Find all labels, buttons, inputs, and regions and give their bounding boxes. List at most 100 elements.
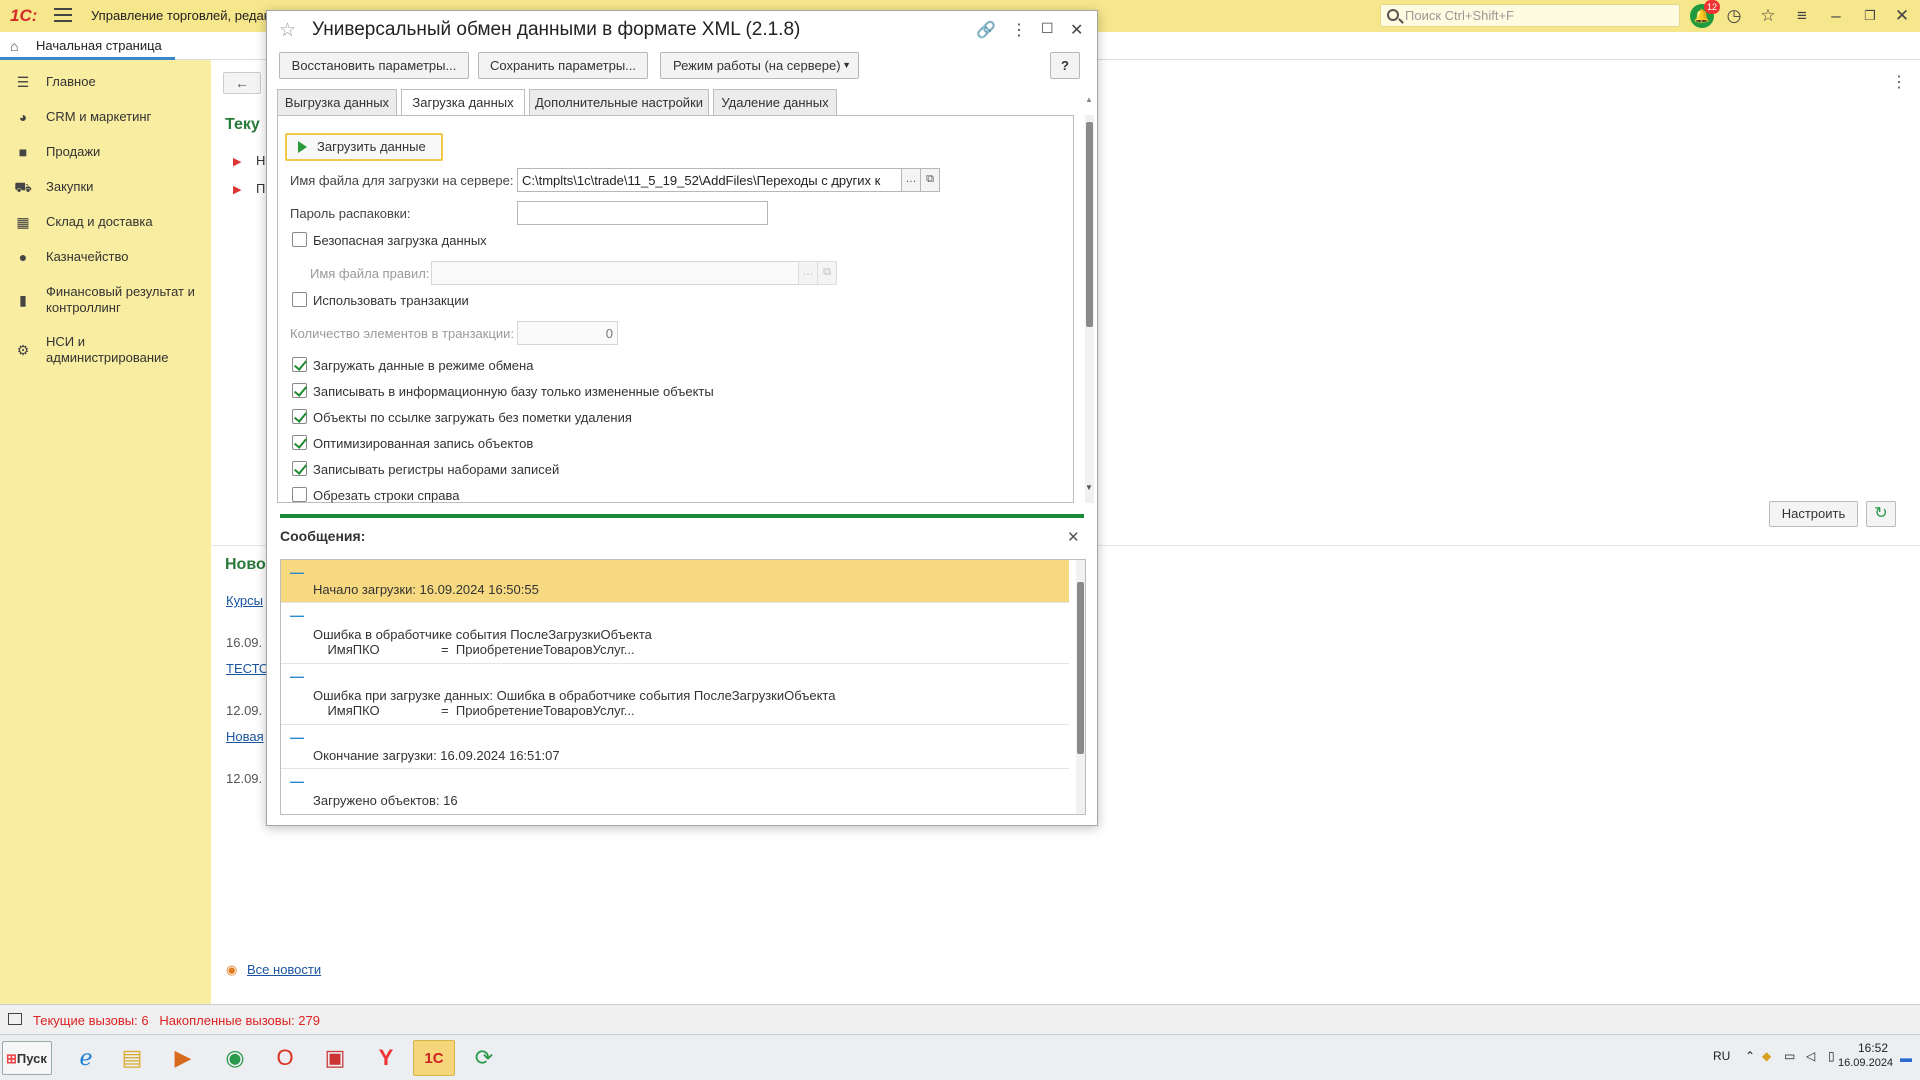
search-placeholder: Поиск Ctrl+Shift+F [1405,8,1514,23]
media-icon[interactable]: ▶ [162,1040,204,1076]
ie-icon[interactable]: ℯ [65,1040,107,1076]
use-transactions-checkbox[interactable] [292,292,307,307]
sidebar-item-label: Главное [46,74,96,89]
link-icon[interactable]: 🔗 [976,20,996,40]
menu-icon[interactable] [54,8,72,22]
restore-params-button[interactable]: Восстановить параметры... [279,52,469,79]
safe-load-checkbox[interactable] [292,232,307,247]
message-item[interactable]: — Окончание загрузки: 16.09.2024 16:51:0… [281,725,1069,769]
current-item[interactable]: П [256,181,265,196]
search-input[interactable]: Поиск Ctrl+Shift+F [1380,4,1680,27]
scroll-up-icon[interactable]: ▲ [1085,95,1093,104]
start-button[interactable]: ⊞Пуск [2,1041,52,1075]
news-link[interactable]: Курсы [226,593,263,608]
tab-advanced[interactable]: Дополнительные настройки [529,89,709,116]
explorer-icon[interactable]: ▤ [111,1040,153,1076]
sidebar-item-finance[interactable]: ▮ Финансовый результат и контроллинг [0,284,211,318]
calls-icon [8,1013,22,1025]
sidebar-item-label: Продажи [46,144,101,159]
panel-scrollbar-thumb[interactable] [1086,122,1093,327]
option-label: Оптимизированная запись объектов [313,436,534,451]
back-button[interactable]: ← [223,72,261,94]
sidebar-item-warehouse[interactable]: ▦ Склад и доставка [0,214,211,232]
functions-icon[interactable]: ≡ [1791,5,1813,27]
sidebar-item-sales[interactable]: ■ Продажи [0,144,211,162]
current-item[interactable]: Н [256,153,265,168]
sidebar-item-crm[interactable]: ◕ CRM и маркетинг [0,109,211,127]
clock-time[interactable]: 16:52 [1858,1041,1888,1055]
optimized-write-checkbox[interactable] [292,435,307,450]
exchange-mode-checkbox[interactable] [292,357,307,372]
configure-button[interactable]: Настроить [1769,501,1858,527]
select-rules-button[interactable]: … [798,261,818,285]
register-sets-checkbox[interactable] [292,461,307,476]
maximize-icon[interactable]: ☐ [1041,20,1054,37]
more-icon[interactable]: ⋮ [1891,72,1907,92]
save-params-button[interactable]: Сохранить параметры... [478,52,648,79]
message-item[interactable]: — Ошибка в обработчике события ПослеЗагр… [281,603,1069,664]
network-icon[interactable]: ▭ [1784,1049,1795,1063]
tab-import[interactable]: Загрузка данных [401,89,525,116]
show-desktop-icon[interactable]: ▬ [1900,1051,1912,1065]
help-button[interactable]: ? [1050,52,1080,79]
all-news-link[interactable]: Все новости [247,962,321,977]
history-icon[interactable]: ◷ [1723,5,1745,27]
sidebar-item-treasury[interactable]: ● Казначейство [0,249,211,267]
yandex-icon[interactable]: Y [365,1040,407,1076]
mode-dropdown[interactable]: Режим работы (на сервере) ▼ [660,52,859,79]
battery-icon[interactable]: ▯ [1828,1049,1835,1063]
tray-expand-icon[interactable]: ⌃ [1745,1049,1755,1063]
open-rules-icon[interactable]: ⧉ [817,261,837,285]
minimize-icon[interactable]: – [1825,5,1847,27]
restore-icon[interactable]: ❐ [1859,5,1881,27]
news-link[interactable]: Новая [226,729,264,744]
news-date: 12.09. [226,771,263,786]
refresh-icon[interactable]: ↻ [1866,501,1896,527]
language-indicator[interactable]: RU [1713,1049,1730,1063]
message-item[interactable]: — Ошибка при загрузке данных: Ошибка в о… [281,664,1069,725]
toolbox-icon[interactable]: ▣ [314,1040,356,1076]
section-news-head: Ново [225,556,266,573]
message-text: Начало загрузки: 16.09.2024 16:50:55 [313,582,539,597]
clock-date[interactable]: 16.09.2024 [1838,1057,1893,1069]
news-link[interactable]: ТЕСТО [226,661,269,676]
load-data-button[interactable]: Загрузить данные [285,133,443,161]
file-input[interactable]: C:\tmplts\1c\trade\11_5_19_52\AddFiles\П… [517,168,902,192]
trim-right-checkbox[interactable] [292,487,307,502]
message-item[interactable]: — Загружено объектов: 16 [281,769,1069,814]
sidebar-item-purchases[interactable]: ⛟ Закупки [0,179,211,197]
tx-count-input[interactable]: 0 [517,321,618,345]
message-icon: — [290,564,304,580]
volume-icon[interactable]: ◁ [1806,1049,1815,1063]
opera-icon[interactable]: O [264,1040,306,1076]
messages-scrollbar-thumb[interactable] [1077,582,1084,754]
section-current-head: Теку [225,116,260,133]
tray-app-icon[interactable]: ◆ [1762,1049,1771,1063]
favorites-icon[interactable]: ☆ [1757,5,1779,27]
sidebar-item-admin[interactable]: ⚙ НСИ и администрирование [0,334,211,368]
scroll-down-icon[interactable]: ▼ [1085,483,1093,492]
no-deletion-mark-checkbox[interactable] [292,409,307,424]
open-file-icon[interactable]: ⧉ [920,168,940,192]
message-item[interactable]: — Начало загрузки: 16.09.2024 16:50:55 [281,560,1069,603]
message-text: Ошибка при загрузке данных: Ошибка в обр… [313,688,836,718]
tab-home[interactable]: ⌂ Начальная страница [0,32,175,60]
close-messages-icon[interactable]: ✕ [1067,528,1080,546]
tab-export[interactable]: Выгрузка данных [277,89,397,116]
rules-input[interactable] [431,261,799,285]
password-input[interactable] [517,201,768,225]
select-file-button[interactable]: … [901,168,921,192]
close-icon[interactable]: ✕ [1891,5,1913,27]
tab-delete[interactable]: Удаление данных [713,89,837,116]
file-label: Имя файла для загрузки на сервере: [290,173,514,188]
more-icon[interactable]: ⋮ [1011,20,1027,40]
1c-icon[interactable]: 1С [413,1040,455,1076]
chrome-icon[interactable]: ◉ [214,1040,256,1076]
status-bar: Текущие вызовы: 6 Накопленные вызовы: 27… [0,1004,1920,1034]
changed-only-checkbox[interactable] [292,383,307,398]
sidebar-item-main[interactable]: ☰ Главное [0,74,211,92]
sync-icon[interactable]: ⟳ [463,1040,505,1076]
close-icon[interactable]: ✕ [1070,20,1083,40]
favorite-icon[interactable]: ☆ [279,19,296,42]
windows-icon: ⊞ [6,1051,17,1066]
